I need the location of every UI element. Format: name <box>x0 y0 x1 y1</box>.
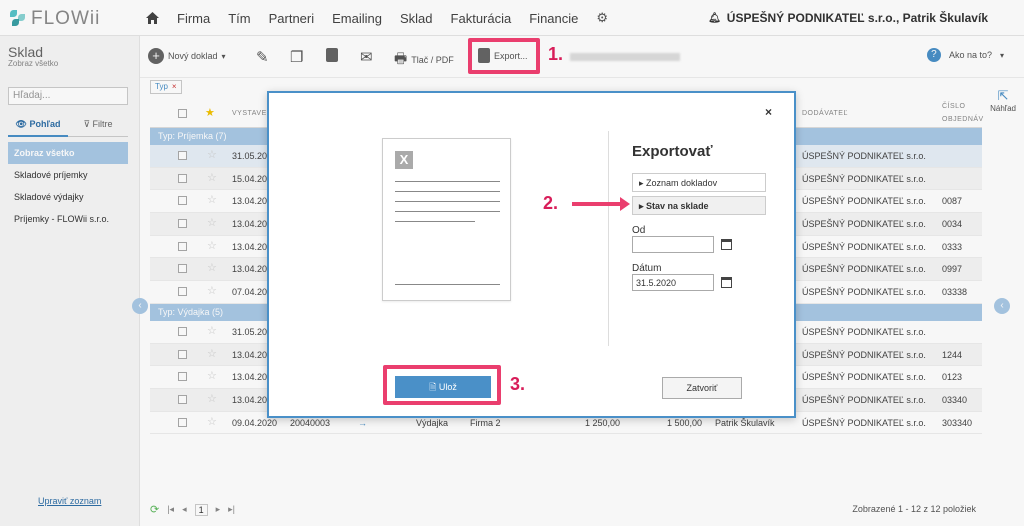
doc-line <box>395 181 500 182</box>
highlight-box-export <box>468 38 540 74</box>
from-label: Od <box>632 225 646 236</box>
doc-line <box>395 191 500 192</box>
document-preview: X <box>382 138 511 301</box>
from-date-input[interactable] <box>632 236 714 253</box>
close-button[interactable]: Zatvoriť <box>662 377 742 399</box>
step-2-label: 2. <box>543 193 559 213</box>
dialog-title: Exportovať <box>632 143 713 160</box>
export-dialog: × X Exportovať ▸ Zoznam dokladov ▸ Stav … <box>267 91 796 418</box>
date-input[interactable]: 31.5.2020 <box>632 274 714 291</box>
step-2-arrow <box>572 197 630 211</box>
option-stock-status[interactable]: ▸ Stav na sklade <box>632 196 766 215</box>
calendar-icon[interactable] <box>721 239 732 250</box>
divider <box>608 131 609 346</box>
option-label: Zoznam dokladov <box>646 178 718 188</box>
doc-line <box>395 221 475 222</box>
excel-file-icon: X <box>395 151 413 169</box>
doc-line <box>395 201 500 202</box>
calendar-icon[interactable] <box>721 277 732 288</box>
doc-line <box>395 284 500 285</box>
step-3-label: 3. <box>510 374 526 394</box>
doc-line <box>395 211 500 212</box>
step-1-label: 1. <box>548 44 564 64</box>
option-document-list[interactable]: ▸ Zoznam dokladov <box>632 173 766 192</box>
close-icon[interactable]: × <box>765 105 772 119</box>
date-label: Dátum <box>632 263 662 274</box>
highlight-box-save <box>383 365 501 405</box>
option-label: Stav na sklade <box>646 201 709 211</box>
